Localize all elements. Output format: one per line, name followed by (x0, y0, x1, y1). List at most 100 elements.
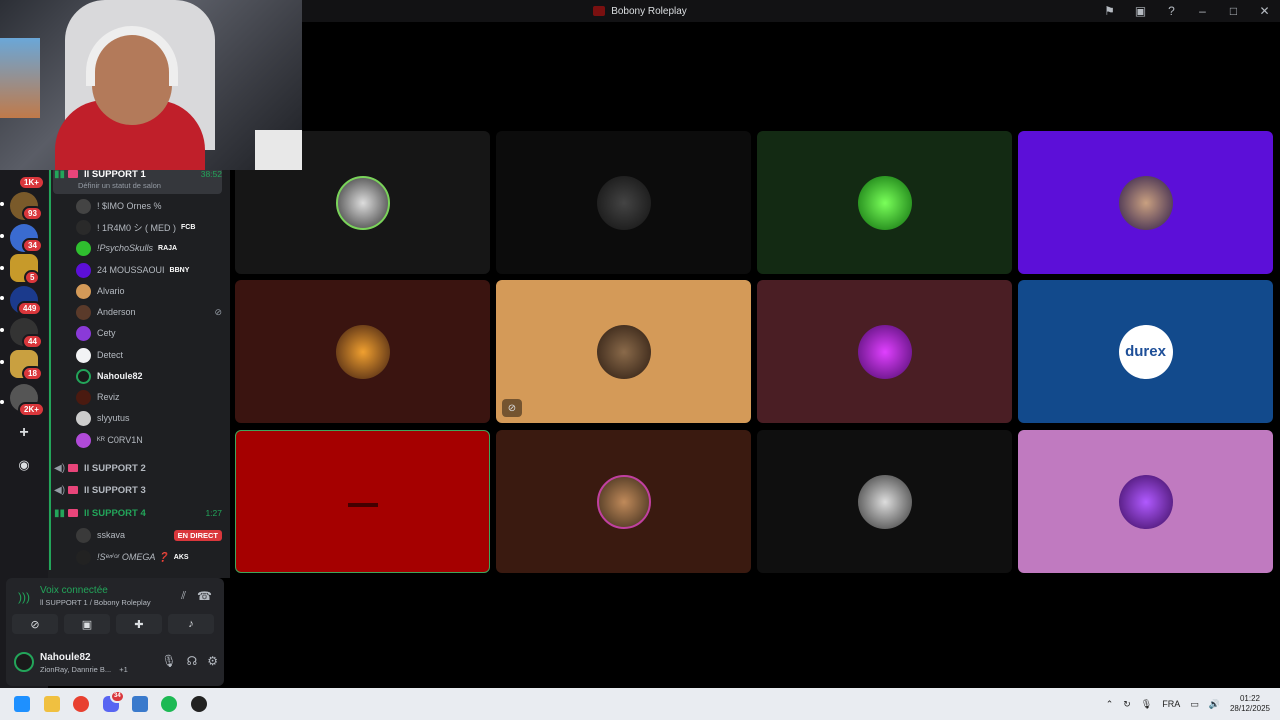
video-tile[interactable] (235, 280, 490, 423)
voice-user[interactable]: !Sᵉⁿⁱᵒʳ OMEGA ❓ AKS (76, 547, 222, 567)
avatar (76, 240, 91, 256)
background-monitor (255, 130, 302, 170)
voice-user[interactable]: Anderson ⊘ (76, 302, 222, 322)
live-badge: EN DIRECT (173, 529, 222, 541)
server-logo-icon (593, 6, 606, 16)
sync-icon[interactable]: ↻ (1123, 699, 1131, 710)
activities-button[interactable]: ✚ (116, 614, 162, 634)
voice-channel-support-4[interactable]: ▮▮ ll SUPPORT 4 1:27 (54, 502, 222, 524)
soundboard-button[interactable]: ♪ (168, 614, 214, 634)
screen-share-button[interactable]: ▣ (64, 614, 110, 634)
camera-off-button[interactable]: ⊘ (12, 614, 58, 634)
network-icon[interactable]: ▭ (1190, 699, 1199, 710)
app-icon[interactable] (191, 696, 207, 712)
video-tile[interactable] (757, 430, 1012, 573)
chrome-icon[interactable] (73, 696, 89, 712)
server-badge: 449 (17, 301, 43, 316)
server-badge: 5 (24, 270, 41, 285)
flag-icon[interactable]: ⚑ (1094, 4, 1125, 18)
server-badge: 1K+ (18, 175, 45, 190)
voice-user[interactable]: Detect (76, 345, 222, 365)
voice-user[interactable]: sskava EN DIRECT (76, 525, 222, 545)
discover-icon[interactable]: ◉ (12, 453, 36, 477)
video-tile[interactable]: durex (1018, 280, 1273, 423)
system-tray: ⌃ ↻ 🎙 FRA ▭ 🔊 01:22 28/12/2025 (1106, 688, 1270, 720)
headphones-icon[interactable]: ☊ (187, 654, 198, 668)
chevron-up-icon[interactable]: ⌃ (1106, 699, 1114, 710)
user-panel: Nahoule82 ZionRay, Dannrie B... +1 🎙 ☊ ⚙ (6, 640, 224, 686)
unread-pip (0, 360, 4, 364)
avatar (76, 325, 91, 341)
noise-suppression-icon[interactable]: ⫽ (181, 590, 186, 603)
title-bar-controls: ⚑ ▣ ? – □ ✕ (1094, 0, 1280, 22)
close-button[interactable]: ✕ (1249, 4, 1280, 18)
app-icon[interactable] (132, 696, 148, 712)
avatar (596, 175, 651, 230)
avatar (596, 474, 651, 529)
video-tile[interactable] (1018, 430, 1273, 573)
voice-user-self[interactable]: Nahoule82 (76, 366, 222, 386)
server-badge: 2K+ (18, 402, 45, 417)
settings-gear-icon[interactable]: ⚙ (207, 654, 218, 668)
unread-pip (0, 202, 4, 206)
video-tile[interactable]: ⊘ (496, 280, 751, 423)
screen-share-icon[interactable]: ▣ (1125, 4, 1156, 18)
voice-user[interactable]: !PsychoSkulls RAJA (76, 238, 222, 258)
language-indicator[interactable]: FRA (1162, 699, 1180, 709)
maximize-button[interactable]: □ (1218, 4, 1249, 18)
channel-emoji-icon (68, 464, 78, 472)
avatar (76, 549, 91, 565)
add-server-icon[interactable]: + (12, 421, 36, 445)
unread-pip (0, 400, 4, 404)
webcam-overlay (0, 0, 302, 170)
help-icon[interactable]: ? (1156, 4, 1187, 18)
microphone-icon[interactable]: 🎙 (161, 654, 176, 668)
avatar (76, 219, 91, 235)
volume-icon[interactable]: 🔊 (1209, 699, 1220, 710)
voice-action-buttons: ⊘ ▣ ✚ ♪ (12, 614, 214, 634)
windows-start-icon[interactable] (14, 696, 30, 712)
avatar (335, 175, 390, 230)
avatar (76, 410, 91, 426)
video-tile[interactable] (496, 430, 751, 573)
voice-channel-path[interactable]: ll SUPPORT 1 / Bobony Roleplay (40, 598, 151, 607)
voice-channel-support-3[interactable]: ◀) ll SUPPORT 3 (54, 479, 222, 501)
user-avatar[interactable] (14, 652, 34, 672)
user-name[interactable]: Nahoule82 (40, 652, 91, 663)
channel-list: ▮▮ ll SUPPORT 1 38:52 Définir un statut … (48, 164, 230, 578)
video-tile[interactable] (1018, 131, 1273, 274)
disconnect-icon[interactable]: ☎ (197, 589, 212, 603)
video-tile[interactable] (496, 131, 751, 274)
voice-user[interactable]: 24 MOUSSAOUI BBNY (76, 260, 222, 280)
wall-poster (0, 38, 40, 118)
voice-user[interactable]: Reviz (76, 387, 222, 407)
avatar (76, 368, 91, 384)
speaker-icon: ◀) (54, 462, 66, 474)
voice-channel-support-2[interactable]: ◀) ll SUPPORT 2 (54, 457, 222, 479)
avatar (76, 432, 91, 448)
video-tile-speaking[interactable] (235, 430, 490, 573)
voice-user[interactable]: slyyutus (76, 408, 222, 428)
channel-status-hint[interactable]: Définir un statut de salon (78, 181, 161, 190)
voice-user[interactable]: Alvario (76, 281, 222, 301)
channel-emoji-icon (68, 509, 78, 517)
unread-pip (0, 234, 4, 238)
voice-user[interactable]: ! 1R4M0 シ ( MED ) FCB (76, 217, 222, 237)
avatar (1118, 175, 1173, 230)
server-badge: 18 (22, 366, 43, 381)
minimize-button[interactable]: – (1187, 4, 1218, 18)
avatar-durex: durex (1118, 324, 1173, 379)
user-status: ZionRay, Dannrie B... +1 (40, 665, 128, 674)
server-badge: 34 (22, 238, 43, 253)
clock[interactable]: 01:22 28/12/2025 (1230, 694, 1270, 714)
video-tile[interactable] (757, 280, 1012, 423)
voice-user[interactable]: ! $IMO Ornes % (76, 196, 222, 216)
unread-pip (0, 328, 4, 332)
voice-user[interactable]: Cety (76, 323, 222, 343)
video-tile[interactable] (757, 131, 1012, 274)
signal-icon[interactable]: ))) (18, 590, 30, 604)
microphone-icon[interactable]: 🎙 (1141, 699, 1152, 710)
spotify-icon[interactable] (161, 696, 177, 712)
voice-user[interactable]: ᴷᴿ C0RV1N (76, 430, 222, 450)
file-explorer-icon[interactable] (44, 696, 60, 712)
